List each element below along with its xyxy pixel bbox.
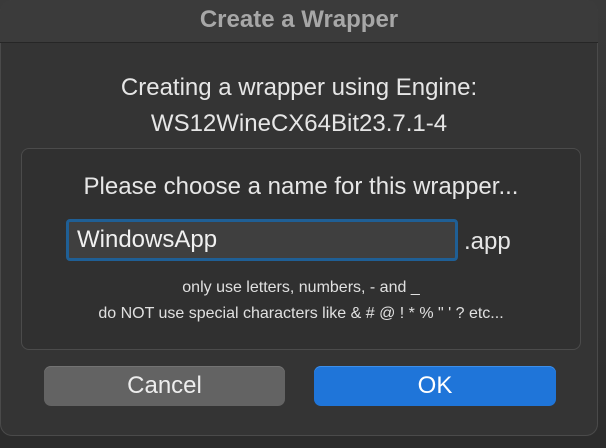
cancel-button[interactable]: Cancel: [44, 366, 285, 406]
forbidden-characters-hint: do NOT use special characters like & # @…: [98, 305, 504, 322]
allowed-characters-hint: only use letters, numbers, - and _: [182, 279, 420, 296]
wrapper-name-panel: Please choose a name for this wrapper...…: [21, 148, 581, 350]
engine-intro-text: Creating a wrapper using Engine:: [120, 74, 478, 101]
engine-name-text: WS12WineCX64Bit23.7.1-4: [150, 110, 448, 137]
window-title: Create a Wrapper: [199, 6, 399, 33]
create-wrapper-dialog: Create a Wrapper Creating a wrapper usin…: [0, 0, 598, 436]
app-extension-label: .app: [464, 228, 511, 255]
wrapper-name-input[interactable]: [66, 219, 458, 261]
title-bar: Create a Wrapper: [0, 0, 598, 43]
ok-button[interactable]: OK: [314, 366, 556, 406]
name-prompt: Please choose a name for this wrapper...: [83, 173, 519, 200]
